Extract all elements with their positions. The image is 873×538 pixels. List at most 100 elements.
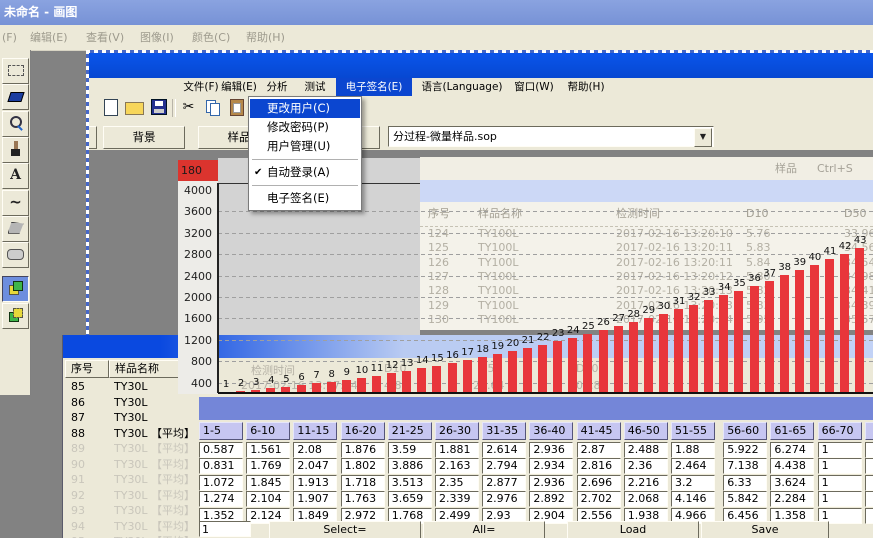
app-menu-2[interactable]: 分析(A) xyxy=(259,78,295,96)
grid-cell[interactable]: 3.624 xyxy=(770,475,814,491)
grid-cell[interactable]: 1.718 xyxy=(341,475,385,491)
grid-cell[interactable]: 2.104 xyxy=(246,491,290,507)
fill-tool[interactable] xyxy=(2,84,29,110)
cube-paste-tool[interactable] xyxy=(2,303,29,329)
grid-cell[interactable]: 1.763 xyxy=(341,491,385,507)
sample-row-id[interactable]: 85 xyxy=(71,379,107,395)
app-menu-1[interactable]: 编辑(E) xyxy=(221,78,257,96)
copy-icon[interactable] xyxy=(202,98,223,119)
toolbar-button-0[interactable]: 背景 xyxy=(103,126,185,149)
polygon-tool[interactable] xyxy=(2,216,29,242)
grid-cell[interactable]: 2.488 xyxy=(624,442,668,458)
text-tool[interactable]: A xyxy=(2,163,29,189)
grid-cell[interactable]: 1.274 xyxy=(199,491,243,507)
grid-cell[interactable]: 0.831 xyxy=(199,458,243,474)
grid-cell[interactable]: 2.464 xyxy=(671,458,715,474)
combo-dropdown-arrow-icon[interactable]: ▼ xyxy=(694,128,712,147)
grid-cell-clipped[interactable] xyxy=(865,491,873,507)
grid-cell[interactable]: 2.047 xyxy=(293,458,337,474)
grid-cell[interactable]: 2.976 xyxy=(482,491,526,507)
grid-cell[interactable]: 2.35 xyxy=(435,475,479,491)
grid-cell[interactable]: 1 xyxy=(818,458,862,474)
magnifier-tool[interactable] xyxy=(2,111,29,137)
sample-row-name[interactable]: TY30L xyxy=(114,395,198,411)
menu-item-auto-login[interactable]: 自动登录(A)✔ xyxy=(250,163,360,182)
sample-row-id[interactable]: 95 xyxy=(71,534,107,538)
app-menu-5[interactable]: 语言(Language) xyxy=(418,78,506,96)
index-input[interactable] xyxy=(199,521,251,537)
grid-cell[interactable]: 2.216 xyxy=(624,475,668,491)
grid-cell[interactable]: 2.936 xyxy=(529,475,573,491)
sample-row-id[interactable]: 92 xyxy=(71,488,107,504)
sample-row-id[interactable]: 93 xyxy=(71,503,107,519)
cut-icon[interactable]: ✂ xyxy=(178,98,199,119)
grid-cell[interactable]: 2.163 xyxy=(435,458,479,474)
brush-tool[interactable] xyxy=(2,137,29,163)
grid-cell[interactable]: 5.842 xyxy=(723,491,767,507)
grid-cell[interactable]: 4.146 xyxy=(671,491,715,507)
grid-cell[interactable]: 1.845 xyxy=(246,475,290,491)
curve-tool[interactable]: ~ xyxy=(2,190,29,216)
grid-cell[interactable]: 7.138 xyxy=(723,458,767,474)
grid-cell[interactable]: 2.934 xyxy=(529,458,573,474)
grid-cell[interactable]: 3.513 xyxy=(388,475,432,491)
grid-cell[interactable]: 1.561 xyxy=(246,442,290,458)
paint-menu-5[interactable]: 帮助(H) xyxy=(246,25,285,50)
grid-cell-clipped[interactable] xyxy=(865,442,873,458)
grid-cell[interactable]: 2.877 xyxy=(482,475,526,491)
grid-cell[interactable]: 1 xyxy=(818,491,862,507)
grid-cell[interactable]: 1 xyxy=(818,442,862,458)
sample-row-id[interactable]: 90 xyxy=(71,457,107,473)
grid-cell[interactable]: 1.907 xyxy=(293,491,337,507)
sample-row-id[interactable]: 87 xyxy=(71,410,107,426)
grid-cell[interactable]: 5.922 xyxy=(723,442,767,458)
sample-row-id[interactable]: 89 xyxy=(71,441,107,457)
paint-menu-1[interactable]: 编辑(E) xyxy=(30,25,68,50)
grid-cell[interactable]: 2.702 xyxy=(577,491,621,507)
paint-menu-2[interactable]: 查看(V) xyxy=(86,25,124,50)
load-button[interactable]: Load xyxy=(567,521,699,538)
grid-cell-clipped[interactable] xyxy=(865,458,873,474)
save-button[interactable]: Save xyxy=(701,521,829,538)
sample-row-name[interactable]: TY30L xyxy=(114,410,198,426)
new-icon[interactable] xyxy=(100,98,121,119)
grid-cell[interactable]: 1.072 xyxy=(199,475,243,491)
sample-row-name[interactable]: TY30L 【平均】 xyxy=(114,534,198,538)
app-menu-4[interactable]: 电子签名(E) xyxy=(336,78,412,96)
grid-cell[interactable]: 0.587 xyxy=(199,442,243,458)
sample-row-name[interactable]: TY30L 【平均】 xyxy=(114,441,198,457)
sample-row-name[interactable]: TY30L 【平均】 xyxy=(114,503,198,519)
rounded-rect-tool[interactable] xyxy=(2,242,29,268)
grid-cell[interactable]: 2.816 xyxy=(577,458,621,474)
save-icon[interactable] xyxy=(148,98,169,119)
app-menu-7[interactable]: 帮助(H) xyxy=(564,78,608,96)
grid-cell[interactable]: 3.659 xyxy=(388,491,432,507)
grid-cell[interactable]: 6.33 xyxy=(723,475,767,491)
grid-cell[interactable]: 3.59 xyxy=(388,442,432,458)
grid-cell[interactable]: 2.614 xyxy=(482,442,526,458)
open-icon[interactable] xyxy=(124,98,145,119)
grid-cell[interactable]: 2.936 xyxy=(529,442,573,458)
app-menu-3[interactable]: 测试(M) xyxy=(297,78,333,96)
sample-row-id[interactable]: 88 xyxy=(71,426,107,442)
paint-menu-4[interactable]: 颜色(C) xyxy=(192,25,230,50)
table-row[interactable]: 124TY100L2017-02-16 13:20:105.7633.96 xyxy=(420,227,873,241)
grid-cell[interactable]: 3.2 xyxy=(671,475,715,491)
grid-cell[interactable]: 1.881 xyxy=(435,442,479,458)
grid-cell[interactable]: 2.36 xyxy=(624,458,668,474)
grid-cell[interactable]: 2.87 xyxy=(577,442,621,458)
menu-item-e-signature[interactable]: 电子签名(E) xyxy=(250,189,360,208)
cube-3d-tool[interactable] xyxy=(2,276,29,302)
sample-row-name[interactable]: TY30L 【平均】 xyxy=(114,426,198,442)
sample-row-name[interactable]: TY30L 【平均】 xyxy=(114,488,198,504)
grid-cell-clipped[interactable] xyxy=(865,475,873,491)
sample-row-name[interactable]: TY30L 【平均】 xyxy=(114,519,198,535)
select-button[interactable]: Select= xyxy=(269,521,421,538)
rect-select-tool[interactable] xyxy=(2,58,29,84)
grid-cell[interactable]: 4.438 xyxy=(770,458,814,474)
sample-row-name[interactable]: TY30L 【平均】 xyxy=(114,457,198,473)
grid-cell[interactable]: 1.876 xyxy=(341,442,385,458)
menu-item-user-management[interactable]: 用户管理(U) xyxy=(250,137,360,156)
grid-cell[interactable]: 2.696 xyxy=(577,475,621,491)
grid-cell[interactable]: 1.913 xyxy=(293,475,337,491)
